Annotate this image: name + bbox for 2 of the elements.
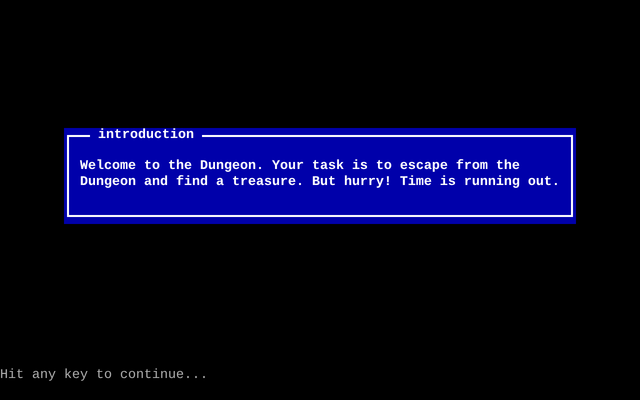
- dialog-message: Welcome to the Dungeon. Your task is to escape from the Dungeon and find a treasure. But hurry! Time is running out.: [80, 159, 560, 191]
- continue-prompt: Hit any key to continue...: [0, 368, 208, 384]
